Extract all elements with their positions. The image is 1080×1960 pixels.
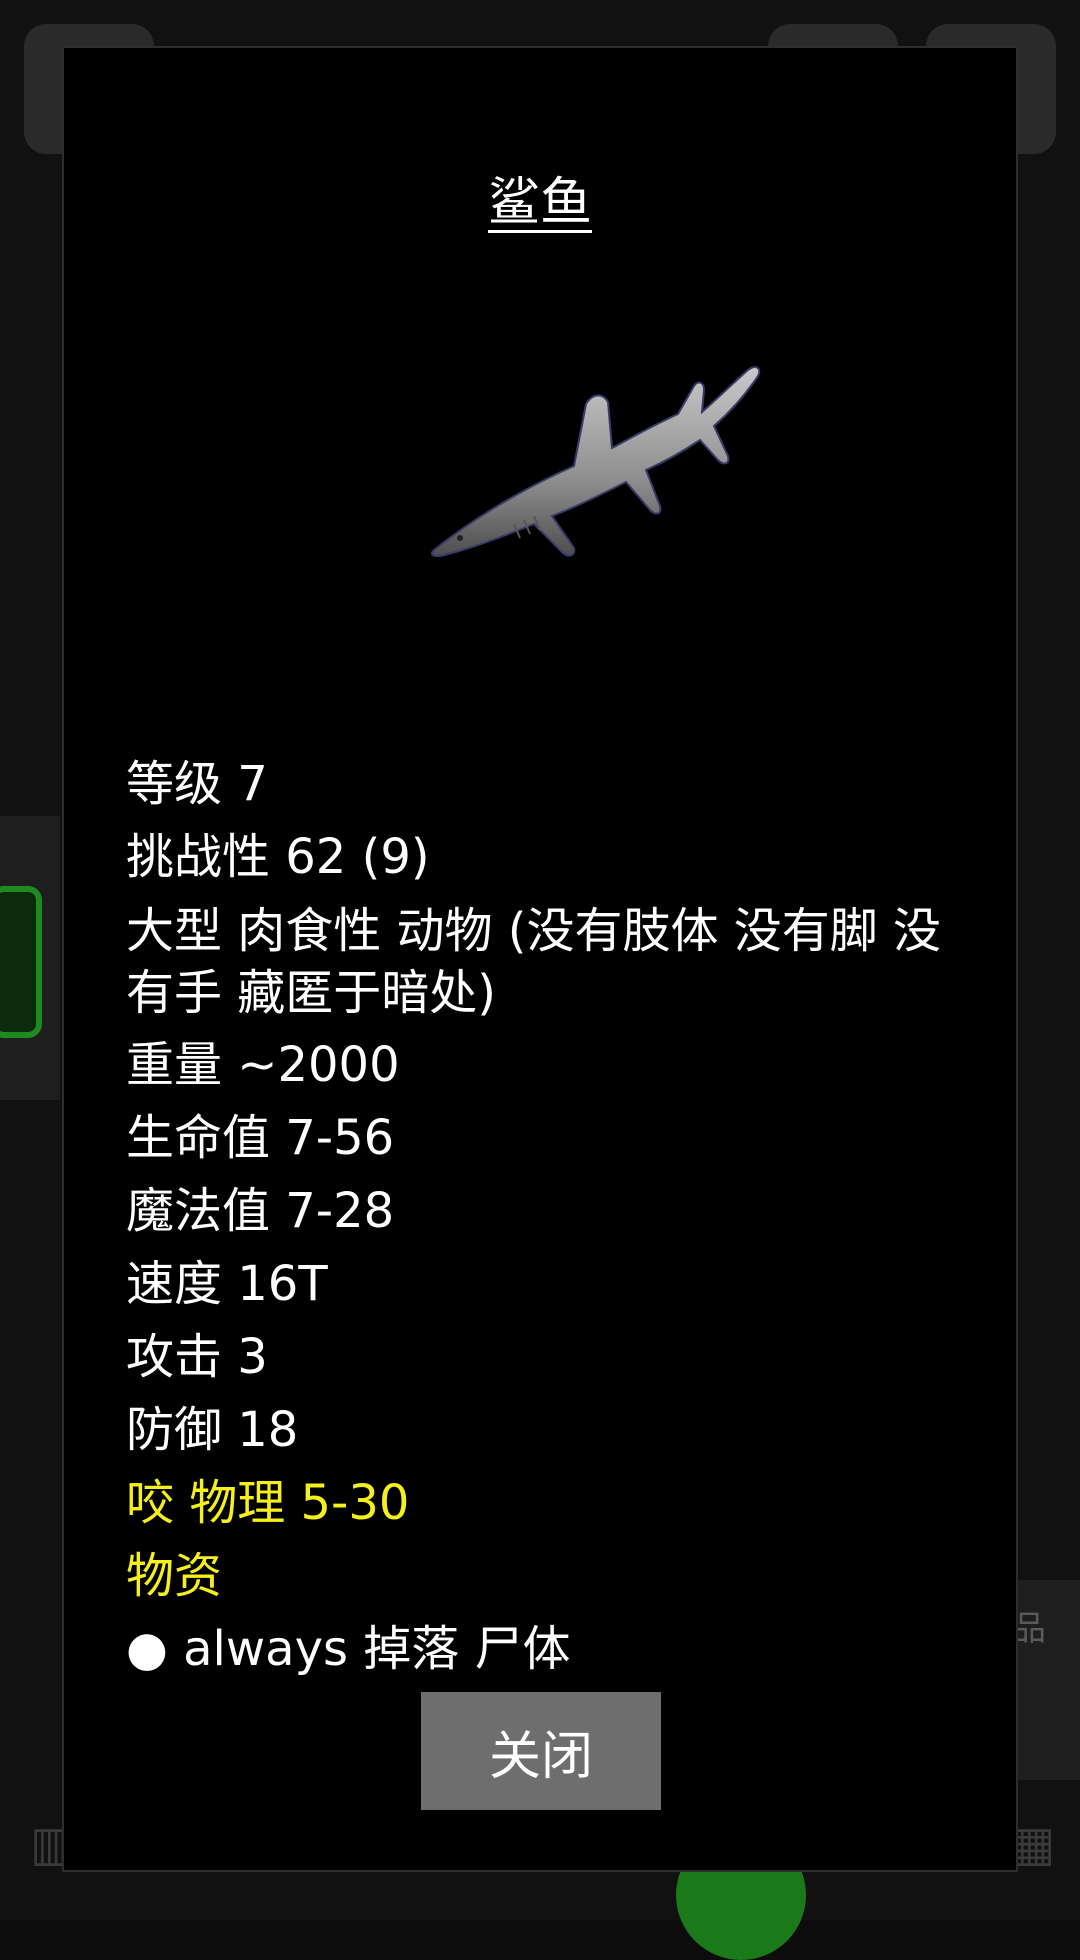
stat-hp: 生命值 7-56 xyxy=(126,1102,986,1175)
stat-attack: 攻击 3 xyxy=(126,1321,986,1394)
creature-name-title: 鲨鱼 xyxy=(64,160,1016,235)
stat-speed: 速度 16T xyxy=(126,1248,986,1321)
stat-defense: 防御 18 xyxy=(126,1394,986,1467)
stat-mp: 魔法值 7-28 xyxy=(126,1175,986,1248)
close-button[interactable]: 关闭 xyxy=(421,1692,661,1810)
stat-weight: 重量 ~2000 xyxy=(126,1029,986,1102)
drop-item: ● always 掉落 尸体 xyxy=(126,1613,986,1686)
drops-header: 物资 xyxy=(126,1540,986,1613)
attack-bite-line: 咬 物理 5-30 xyxy=(126,1467,986,1540)
stat-description: 大型 肉食性 动物 (没有肢体 没有脚 没有手 藏匿于暗处) xyxy=(126,900,986,1024)
creature-info-dialog: 鲨鱼 等级 7 挑战性 62 (9) 大型 肉食性 动物 (没有肢体 没有脚 没… xyxy=(62,46,1018,1872)
creature-stats-list: 等级 7 挑战性 62 (9) 大型 肉食性 动物 (没有肢体 没有脚 没有手 … xyxy=(126,748,986,1686)
stat-difficulty: 挑战性 62 (9) xyxy=(126,821,986,894)
left-green-slot[interactable] xyxy=(0,886,42,1038)
shark-image xyxy=(364,328,784,588)
stat-level: 等级 7 xyxy=(126,748,986,821)
